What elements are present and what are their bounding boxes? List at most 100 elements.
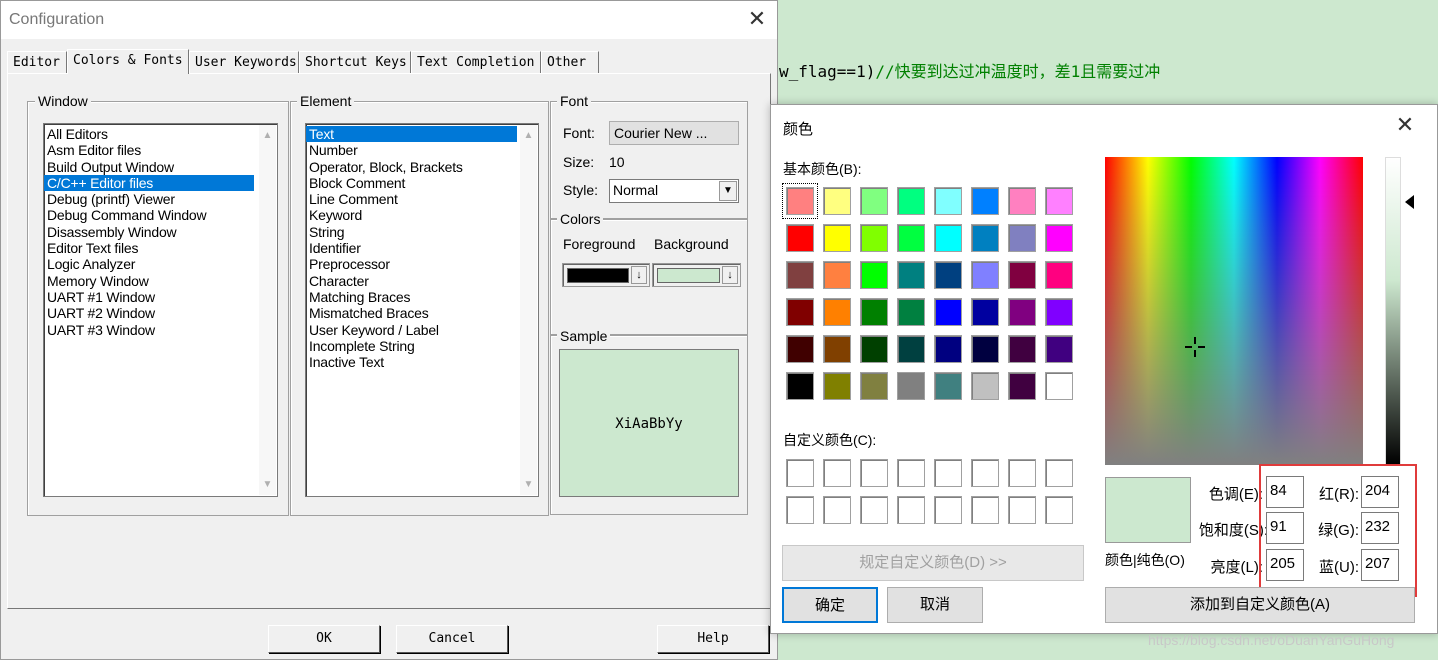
- basic-color-swatch[interactable]: [823, 224, 851, 252]
- list-item[interactable]: Block Comment: [306, 175, 538, 191]
- basic-color-swatch[interactable]: [1045, 261, 1073, 289]
- list-item[interactable]: Identifier: [306, 240, 538, 256]
- basic-color-swatch[interactable]: [934, 224, 962, 252]
- basic-color-swatch[interactable]: [823, 261, 851, 289]
- list-item[interactable]: Memory Window: [44, 273, 277, 289]
- basic-color-swatch[interactable]: [1045, 187, 1073, 215]
- list-item[interactable]: Character: [306, 273, 538, 289]
- custom-color-swatch[interactable]: [1008, 459, 1036, 487]
- dropdown-arrow-icon[interactable]: ↓: [722, 266, 738, 284]
- font-select-button[interactable]: Courier New ...: [609, 121, 739, 145]
- list-item[interactable]: Number: [306, 142, 538, 158]
- dropdown-arrow-icon[interactable]: ↓: [631, 266, 647, 284]
- color-cancel-button[interactable]: 取消: [887, 587, 983, 623]
- basic-color-swatch[interactable]: [934, 335, 962, 363]
- basic-color-swatch[interactable]: [934, 372, 962, 400]
- custom-color-swatch[interactable]: [823, 459, 851, 487]
- basic-color-swatch[interactable]: [1008, 187, 1036, 215]
- basic-color-swatch[interactable]: [860, 372, 888, 400]
- color-dialog-close-icon[interactable]: ✕: [1393, 114, 1417, 138]
- scroll-down-icon[interactable]: ▼: [259, 476, 276, 493]
- list-item[interactable]: User Keyword / Label: [306, 322, 538, 338]
- basic-color-swatch[interactable]: [786, 224, 814, 252]
- basic-color-swatch[interactable]: [1008, 261, 1036, 289]
- color-spectrum[interactable]: [1105, 157, 1363, 465]
- basic-color-swatch[interactable]: [860, 335, 888, 363]
- chevron-down-icon[interactable]: ▼: [719, 181, 737, 201]
- basic-color-swatch[interactable]: [823, 372, 851, 400]
- help-button[interactable]: Help: [657, 625, 769, 653]
- list-item[interactable]: String: [306, 224, 538, 240]
- list-item[interactable]: Text: [306, 126, 517, 143]
- basic-color-swatch[interactable]: [897, 335, 925, 363]
- basic-color-swatch[interactable]: [823, 298, 851, 326]
- custom-color-swatch[interactable]: [860, 459, 888, 487]
- tab-colors-fonts[interactable]: Colors & Fonts: [67, 49, 189, 74]
- custom-color-swatch[interactable]: [897, 459, 925, 487]
- basic-color-swatch[interactable]: [823, 335, 851, 363]
- basic-color-swatch[interactable]: [860, 187, 888, 215]
- background-color-picker[interactable]: ↓: [652, 263, 741, 287]
- cancel-button[interactable]: Cancel: [396, 625, 508, 653]
- scroll-up-icon[interactable]: ▲: [520, 127, 537, 144]
- scroll-down-icon[interactable]: ▼: [520, 476, 537, 493]
- basic-color-swatch[interactable]: [860, 298, 888, 326]
- custom-color-swatch[interactable]: [1045, 459, 1073, 487]
- tab-text-completion[interactable]: Text Completion: [411, 51, 541, 73]
- basic-color-swatch[interactable]: [897, 224, 925, 252]
- list-item[interactable]: UART #2 Window: [44, 305, 277, 321]
- element-scrollbar[interactable]: ▲ ▼: [520, 125, 537, 495]
- basic-color-swatch[interactable]: [1045, 224, 1073, 252]
- custom-color-swatch[interactable]: [934, 459, 962, 487]
- add-custom-color-button[interactable]: 添加到自定义颜色(A): [1105, 587, 1415, 623]
- basic-color-swatch[interactable]: [786, 335, 814, 363]
- list-item[interactable]: Keyword: [306, 207, 538, 223]
- basic-color-swatch[interactable]: [786, 372, 814, 400]
- basic-color-swatch[interactable]: [971, 298, 999, 326]
- basic-color-swatch[interactable]: [1008, 335, 1036, 363]
- custom-color-swatch[interactable]: [786, 496, 814, 524]
- list-item[interactable]: Inactive Text: [306, 354, 538, 370]
- list-item[interactable]: All Editors: [44, 126, 277, 142]
- list-item[interactable]: Logic Analyzer: [44, 256, 277, 272]
- tab-user-keywords[interactable]: User Keywords: [189, 51, 299, 73]
- element-listbox[interactable]: Text Number Operator, Block, Brackets Block…: [305, 123, 539, 497]
- basic-color-swatch[interactable]: [1008, 298, 1036, 326]
- tab-shortcut-keys[interactable]: Shortcut Keys: [299, 51, 411, 73]
- luminance-arrow-icon[interactable]: [1405, 195, 1414, 209]
- basic-color-swatch[interactable]: [860, 261, 888, 289]
- list-item[interactable]: Matching Braces: [306, 289, 538, 305]
- basic-color-swatch[interactable]: [934, 187, 962, 215]
- custom-color-swatch[interactable]: [823, 496, 851, 524]
- basic-color-swatch[interactable]: [860, 224, 888, 252]
- list-item[interactable]: Debug (printf) Viewer: [44, 191, 277, 207]
- list-item[interactable]: Build Output Window: [44, 159, 277, 175]
- list-item[interactable]: Asm Editor files: [44, 142, 277, 158]
- tab-editor[interactable]: Editor: [7, 51, 67, 73]
- list-item[interactable]: Mismatched Braces: [306, 305, 538, 321]
- list-item[interactable]: Disassembly Window: [44, 224, 277, 240]
- basic-color-swatch[interactable]: [897, 261, 925, 289]
- list-item[interactable]: Operator, Block, Brackets: [306, 159, 538, 175]
- basic-color-swatch[interactable]: [897, 187, 925, 215]
- basic-color-swatch[interactable]: [971, 187, 999, 215]
- scroll-up-icon[interactable]: ▲: [259, 127, 276, 144]
- basic-color-swatch[interactable]: [1008, 224, 1036, 252]
- basic-color-swatch[interactable]: [823, 187, 851, 215]
- list-item[interactable]: Preprocessor: [306, 256, 538, 272]
- custom-color-swatch[interactable]: [971, 459, 999, 487]
- basic-color-swatch[interactable]: [1045, 335, 1073, 363]
- ok-button[interactable]: OK: [268, 625, 380, 653]
- list-item[interactable]: Debug Command Window: [44, 207, 277, 223]
- style-dropdown[interactable]: Normal ▼: [609, 179, 739, 203]
- basic-color-swatch[interactable]: [1008, 372, 1036, 400]
- basic-color-swatch[interactable]: [971, 224, 999, 252]
- basic-color-swatch[interactable]: [971, 335, 999, 363]
- foreground-color-picker[interactable]: ↓: [562, 263, 650, 287]
- custom-color-swatch[interactable]: [860, 496, 888, 524]
- list-item[interactable]: Editor Text files: [44, 240, 277, 256]
- define-custom-colors-button[interactable]: 规定自定义颜色(D) >>: [782, 545, 1084, 581]
- custom-color-swatch[interactable]: [1008, 496, 1036, 524]
- window-scrollbar[interactable]: ▲ ▼: [259, 125, 276, 495]
- basic-color-swatch[interactable]: [1045, 372, 1073, 400]
